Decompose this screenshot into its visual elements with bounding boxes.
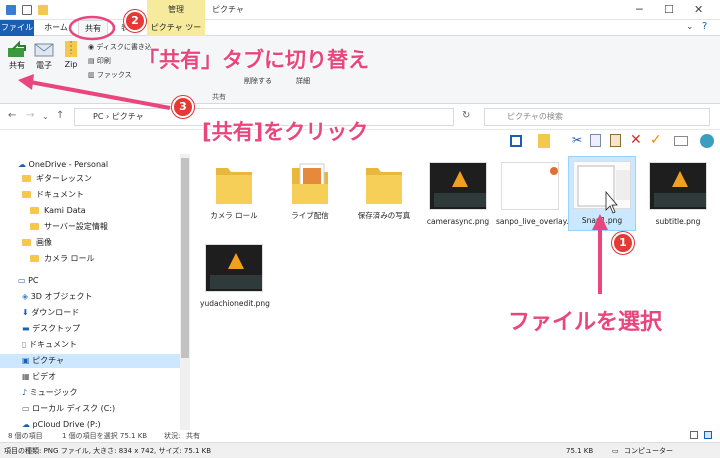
arrowhead-icon xyxy=(592,214,608,230)
mouse-cursor-icon xyxy=(605,190,618,214)
share-tab-highlight-ring xyxy=(68,15,116,41)
arrowhead-icon xyxy=(18,74,34,90)
step-badge-2: 2 xyxy=(124,10,146,32)
annotation-click-hint: [共有]をクリック xyxy=(202,120,369,144)
annotation-tab-hint: 「共有」タブに切り替え xyxy=(138,48,369,72)
annotation-select-hint: ファイルを選択 xyxy=(508,310,663,335)
arrow-to-share-button xyxy=(29,80,171,110)
step-badge-1: 1 xyxy=(612,232,634,254)
step-badge-3: 3 xyxy=(172,96,194,118)
